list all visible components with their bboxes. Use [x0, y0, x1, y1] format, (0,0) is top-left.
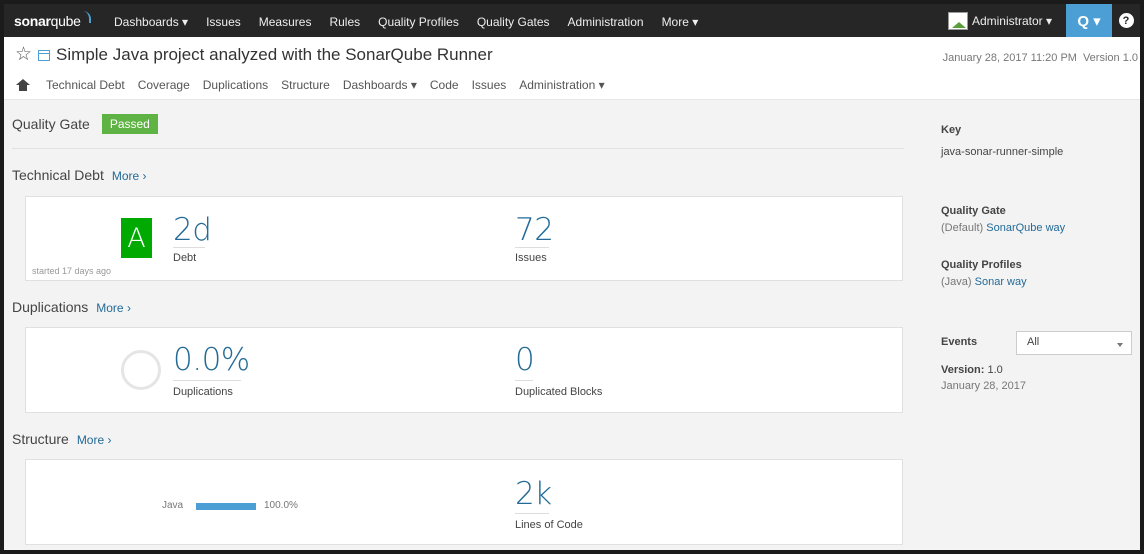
window-frame: [0, 0, 1144, 554]
